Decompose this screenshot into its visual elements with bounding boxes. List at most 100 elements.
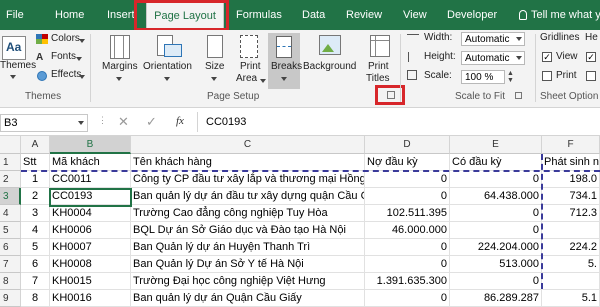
cell-e3[interactable]: 64.438.000: [450, 188, 542, 205]
cell-d2[interactable]: 0: [365, 171, 450, 188]
print-area-label-1[interactable]: Print: [240, 61, 261, 72]
cell-a4[interactable]: 3: [21, 205, 50, 222]
cell-f8[interactable]: [542, 273, 600, 290]
cell-e4[interactable]: 0: [450, 205, 542, 222]
background-button[interactable]: Background: [303, 61, 356, 72]
row-header[interactable]: 9: [0, 290, 21, 307]
tell-me-search[interactable]: Tell me what y: [519, 0, 600, 30]
cell-b5[interactable]: KH0006: [50, 222, 131, 239]
cell-c6[interactable]: Ban Quản lý dự án Huyện Thanh Trì: [131, 239, 365, 256]
tab-insert[interactable]: Insert: [107, 0, 135, 30]
cell-c4[interactable]: Trường Cao đẳng công nghiệp Tuy Hòa: [131, 205, 365, 222]
themes-icon[interactable]: Aa: [2, 36, 26, 60]
row-header[interactable]: 4: [0, 205, 21, 222]
name-box[interactable]: B3: [0, 114, 88, 132]
tab-review[interactable]: Review: [346, 0, 382, 30]
headings-view-checkbox[interactable]: ✓: [586, 52, 596, 62]
tab-view[interactable]: View: [403, 0, 427, 30]
tab-home[interactable]: Home: [55, 0, 84, 30]
cell-d6[interactable]: 0: [365, 239, 450, 256]
gridlines-print-checkbox[interactable]: [542, 71, 552, 81]
cell-c7[interactable]: Ban Quản lý Dự án Sở Y tế Hà Nội: [131, 256, 365, 273]
cell-c3[interactable]: Ban quản lý dự án đầu tư xây dựng quận C…: [131, 188, 365, 205]
fonts-button[interactable]: Fonts: [51, 51, 76, 62]
cell-a1[interactable]: Stt: [21, 154, 50, 171]
cell-c8[interactable]: Trường Đại học công nghiệp Việt Hưng: [131, 273, 365, 290]
row-header[interactable]: 8: [0, 273, 21, 290]
cell-b8[interactable]: KH0015: [50, 273, 131, 290]
column-header-f[interactable]: F: [542, 136, 600, 154]
cell-f4[interactable]: 712.3: [542, 205, 600, 222]
column-header-d[interactable]: D: [365, 136, 450, 154]
row-header[interactable]: 5: [0, 222, 21, 239]
cell-f7[interactable]: 5.: [542, 256, 600, 273]
cell-a5[interactable]: 4: [21, 222, 50, 239]
cell-e2[interactable]: 0: [450, 171, 542, 188]
cell-b7[interactable]: KH0008: [50, 256, 131, 273]
active-cell-b3[interactable]: [49, 188, 132, 207]
cell-b9[interactable]: KH0016: [50, 290, 131, 307]
tab-data[interactable]: Data: [302, 0, 325, 30]
row-header[interactable]: 7: [0, 256, 21, 273]
cell-f3[interactable]: 734.1: [542, 188, 600, 205]
themes-button[interactable]: Themes: [0, 60, 36, 71]
tab-formulas[interactable]: Formulas: [236, 0, 282, 30]
scale-spinner-arrows-icon[interactable]: ▲ ▼: [507, 70, 517, 84]
breaks-button[interactable]: Breaks: [271, 61, 302, 72]
row-header[interactable]: 1: [0, 154, 21, 171]
size-button[interactable]: Size: [205, 61, 224, 72]
print-area-label-2[interactable]: Area: [236, 73, 257, 84]
cell-d1[interactable]: Nợ đầu kỳ: [365, 154, 450, 171]
cell-d7[interactable]: 0: [365, 256, 450, 273]
tab-developer[interactable]: Developer: [447, 0, 497, 30]
cell-b2[interactable]: CC0011: [50, 171, 131, 188]
column-header-e[interactable]: E: [450, 136, 542, 154]
cell-e6[interactable]: 224.204.000: [450, 239, 542, 256]
cell-f6[interactable]: 224.2: [542, 239, 600, 256]
headings-print-checkbox[interactable]: [586, 71, 596, 81]
dialog-launcher-icon[interactable]: [515, 92, 522, 99]
cell-b6[interactable]: KH0007: [50, 239, 131, 256]
cell-e5[interactable]: 0: [450, 222, 542, 239]
orientation-button[interactable]: Orientation: [143, 61, 192, 72]
cell-a3[interactable]: 2: [21, 188, 50, 205]
cell-e9[interactable]: 86.289.287: [450, 290, 542, 307]
cell-c5[interactable]: BQL Dự án Sở Giáo dục và Đào tạo Hà Nội: [131, 222, 365, 239]
column-header-b[interactable]: B: [50, 136, 131, 154]
cell-a7[interactable]: 6: [21, 256, 50, 273]
cell-d8[interactable]: 1.391.635.300: [365, 273, 450, 290]
cell-a9[interactable]: 8: [21, 290, 50, 307]
colors-button[interactable]: Colors: [51, 33, 80, 44]
cell-c9[interactable]: Ban quản lý dự án Quận Cầu Giấy: [131, 290, 365, 307]
cell-e7[interactable]: 513.000: [450, 256, 542, 273]
cell-a6[interactable]: 5: [21, 239, 50, 256]
enter-icon[interactable]: ✓: [146, 114, 157, 130]
row-header[interactable]: 3: [0, 188, 21, 205]
column-header-a[interactable]: A: [21, 136, 50, 154]
cell-b4[interactable]: KH0004: [50, 205, 131, 222]
print-titles-label-1[interactable]: Print: [368, 61, 389, 72]
cell-c2[interactable]: Công ty CP đầu tư xây lắp và thương mại …: [131, 171, 365, 188]
scale-spinner[interactable]: 100 %: [461, 70, 505, 84]
cell-d3[interactable]: 0: [365, 188, 450, 205]
cancel-icon[interactable]: ✕: [118, 114, 129, 130]
tab-file[interactable]: File: [6, 0, 24, 30]
cell-e8[interactable]: 0: [450, 273, 542, 290]
margins-button[interactable]: Margins: [102, 61, 138, 72]
cell-f5[interactable]: [542, 222, 600, 239]
row-header[interactable]: 6: [0, 239, 21, 256]
print-titles-label-2[interactable]: Titles: [366, 73, 390, 84]
gridlines-view-checkbox[interactable]: ✓: [542, 52, 552, 62]
cell-d4[interactable]: 102.511.395: [365, 205, 450, 222]
column-header-c[interactable]: C: [131, 136, 365, 154]
effects-button[interactable]: Effects: [51, 69, 81, 80]
insert-function-icon[interactable]: fx: [176, 115, 184, 127]
cell-b1[interactable]: Mã khách: [50, 154, 131, 171]
cell-f2[interactable]: 198.0: [542, 171, 600, 188]
cell-d9[interactable]: 0: [365, 290, 450, 307]
cell-a2[interactable]: 1: [21, 171, 50, 188]
cell-f1[interactable]: Phát sinh nợ: [542, 154, 600, 171]
cell-d5[interactable]: 46.000.000: [365, 222, 450, 239]
cell-e1[interactable]: Có đầu kỳ: [450, 154, 542, 171]
cell-a8[interactable]: 7: [21, 273, 50, 290]
